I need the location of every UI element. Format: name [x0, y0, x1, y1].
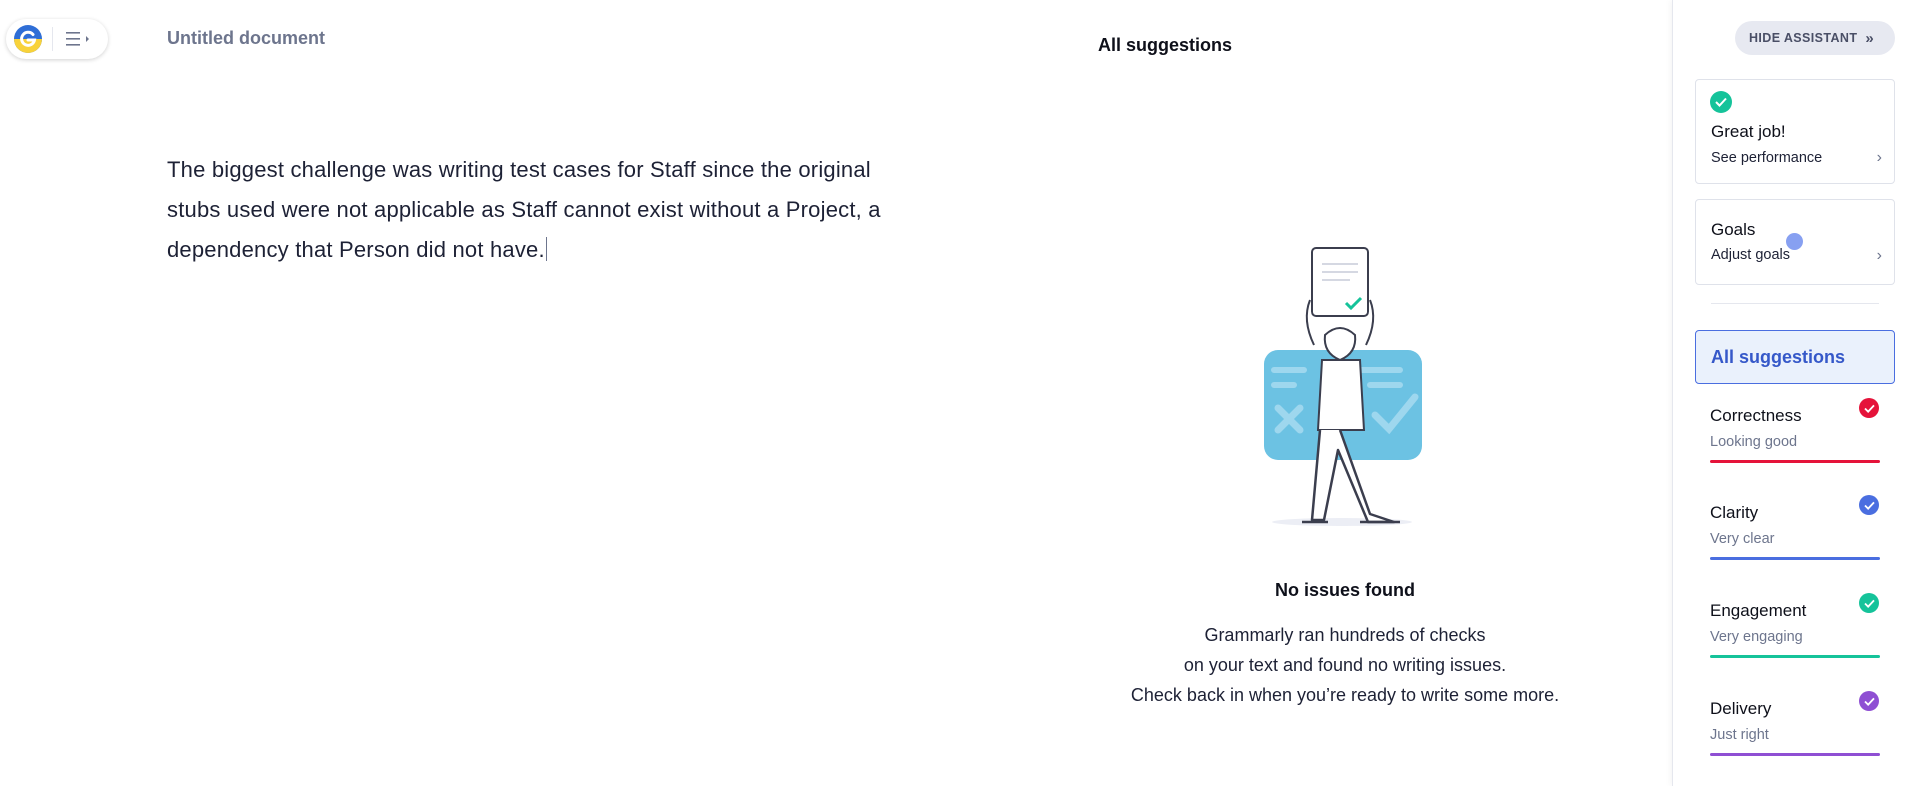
empty-state-text: Grammarly ran hundreds of checks on your… — [1085, 620, 1605, 710]
metric-title: Correctness — [1710, 406, 1802, 425]
hide-assistant-button[interactable]: HIDE ASSISTANT » — [1735, 21, 1895, 55]
assistant-sidebar: HIDE ASSISTANT » Great job! See performa… — [1672, 0, 1913, 786]
empty-state-line: Check back in when you’re ready to write… — [1130, 685, 1560, 705]
empty-state-line: on your text and found no writing issues… — [1183, 655, 1507, 675]
metric-delivery[interactable]: Delivery Just right — [1695, 691, 1895, 779]
metric-status: Very clear — [1710, 531, 1775, 547]
metric-title: Delivery — [1710, 699, 1772, 718]
metric-engagement[interactable]: Engagement Very engaging — [1695, 593, 1895, 681]
metric-clarity[interactable]: Clarity Very clear — [1695, 495, 1895, 583]
metric-correctness[interactable]: Correctness Looking good — [1695, 398, 1895, 486]
metric-title: Engagement — [1710, 601, 1807, 620]
document-text[interactable]: The biggest challenge was writing test c… — [167, 157, 881, 262]
chevron-right-icon: › — [1876, 149, 1882, 166]
all-suggestions-tab[interactable]: All suggestions — [1695, 330, 1895, 384]
empty-state-title: No issues found — [1274, 580, 1415, 600]
metric-bar — [1710, 460, 1880, 463]
app-badge[interactable] — [6, 19, 108, 59]
check-circle-icon — [1859, 593, 1879, 613]
metric-bar — [1710, 753, 1880, 756]
goals-title: Goals — [1711, 220, 1756, 239]
check-circle-icon — [1859, 495, 1879, 515]
hide-assistant-label: HIDE ASSISTANT — [1749, 31, 1858, 45]
metric-status: Looking good — [1710, 434, 1798, 450]
performance-card[interactable]: Great job! See performance › — [1695, 79, 1895, 184]
metric-status: Just right — [1710, 727, 1769, 743]
mouse-cursor — [1786, 233, 1803, 250]
metric-status: Very engaging — [1710, 629, 1803, 645]
grammarly-logo-icon[interactable] — [13, 24, 43, 54]
suggestions-heading: All suggestions — [1098, 35, 1233, 55]
check-circle-icon — [1710, 91, 1732, 113]
menu-icon[interactable] — [64, 29, 100, 49]
document-title[interactable]: Untitled document — [167, 28, 325, 49]
badge-divider — [52, 27, 53, 51]
goals-subtitle: Adjust goals — [1711, 247, 1790, 263]
text-caret — [545, 237, 547, 261]
performance-subtitle: See performance — [1711, 150, 1823, 166]
chevron-right-icon: › — [1876, 247, 1882, 264]
no-issues-illustration — [1264, 247, 1422, 526]
empty-state-line: Grammarly ran hundreds of checks — [1204, 625, 1486, 645]
check-circle-icon — [1859, 691, 1879, 711]
sidebar-divider — [1711, 303, 1879, 304]
check-circle-icon — [1859, 398, 1879, 418]
metric-bar — [1710, 557, 1880, 560]
performance-title: Great job! — [1711, 122, 1786, 141]
metric-bar — [1710, 655, 1880, 658]
metric-title: Clarity — [1710, 503, 1759, 522]
document-editor[interactable]: The biggest challenge was writing test c… — [167, 150, 927, 270]
double-chevron-right-icon: » — [1865, 29, 1875, 47]
